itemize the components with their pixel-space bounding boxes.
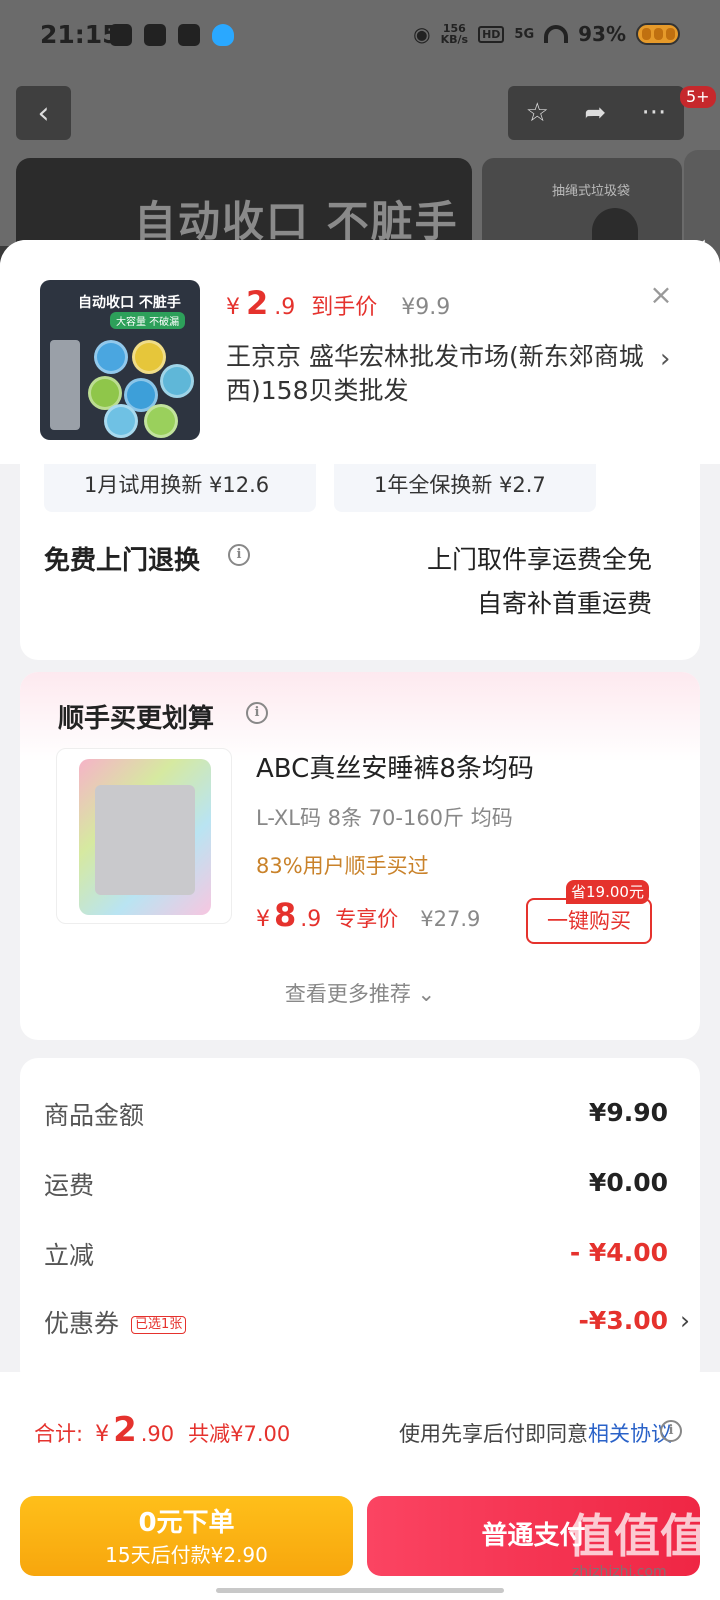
agreement-prefix: 使用先享后付即同意 [399,1422,588,1446]
recommend-title: 顺手买更划算 [58,704,215,734]
package-window [95,785,195,895]
roll-image [104,404,138,438]
total-currency: ¥ [95,1422,110,1447]
free-return-title: 免费上门退换 [44,546,201,576]
info-icon[interactable]: i [246,702,268,724]
save-badge: 省19.00元 [566,880,649,904]
summary-label: 商品金额 [44,1101,145,1130]
share-icon[interactable]: ➦ [584,98,606,128]
favorite-icon[interactable]: ☆ [526,98,549,128]
hd-indicator: HD [478,25,505,43]
thumb-subtitle: 大容量 不破漏 [110,312,186,329]
checkout-bar: 合计: ¥ 2 .90 共减¥7.00 使用先享后付即同意相关协议 i 0元下单… [0,1372,720,1600]
total-saved: 共减¥7.00 [188,1422,291,1446]
net-speed-unit: KB/s [440,33,469,46]
notification-icons [110,24,234,46]
recommend-name[interactable]: ABC真丝安睡裤8条均码 [256,748,534,785]
price-summary-card: 商品金额 ¥9.90 运费 ¥0.00 立减 - ¥4.00 优惠券 已选1张 -… [20,1058,700,1388]
summary-row-discount: 立减 - ¥4.00 [44,1236,668,1276]
home-indicator[interactable] [216,1588,504,1593]
summary-label: 立减 [44,1241,95,1270]
coupon-label: 优惠券 [44,1309,120,1338]
recommend-price: ¥ 8 .9 专享价 ¥27.9 [256,896,480,934]
chat-icon [178,24,200,46]
camera-icon: ◉ [413,22,431,46]
qq-icon [212,24,234,46]
summary-value: ¥9.90 [588,1098,668,1127]
pay-later-button[interactable]: 0元下单 15天后付款¥2.90 [20,1496,353,1576]
status-right: ◉ 156 KB/s HD 5G 93% [413,22,680,46]
summary-row-shipping: 运费 ¥0.00 [44,1166,668,1206]
side-banner-text: 抽绳式垃圾袋 [552,184,631,199]
roll-image [94,340,128,374]
message-badge: 5+ [680,86,716,108]
rec-price-tag: 专享价 [335,907,399,931]
recommend-stat: 83%用户顺手买过 [256,854,429,878]
pay-later-title: 0元下单 [138,1508,235,1538]
return-line-1: 上门取件享运费全免 [426,545,652,574]
summary-row-coupon[interactable]: 优惠券 已选1张 -¥3.00 › [44,1304,690,1344]
status-time: 21:15 [40,20,120,49]
price-currency: ¥ [226,295,240,320]
chevron-right-icon[interactable]: › [680,1306,690,1335]
watermark-logo: 值值值 [568,1509,706,1563]
agreement-text: 使用先享后付即同意相关协议 [399,1418,672,1448]
info-icon[interactable]: i [660,1420,682,1442]
recommend-spec: L-XL码 8条 70-160斤 均码 [256,806,513,830]
one-click-buy-button[interactable]: 一键购买 [526,898,652,944]
thumb-title: 自动收口 不脏手 [78,295,181,311]
order-total: 合计: ¥ 2 .90 共减¥7.00 [34,1410,290,1450]
full-guarantee-option[interactable]: 1年全保换新 ¥2.7 [334,464,596,512]
total-decimal: .90 [140,1422,175,1446]
original-price: ¥9.9 [401,295,451,320]
summary-value: -¥3.00 [578,1306,668,1335]
return-line-2: 自寄补首重运费 [476,589,652,618]
close-icon[interactable]: × [646,280,676,310]
info-icon[interactable]: i [228,544,250,566]
battery-icon [636,23,680,45]
summary-label: 优惠券 已选1张 [44,1304,187,1340]
rec-price-currency: ¥ [256,907,270,932]
rec-price-integer: 8 [274,896,297,934]
price-tag: 到手价 [311,295,378,320]
watermark-url: zhizhizhi.com [572,1564,667,1580]
service-card: 1月试用换新 ¥12.6 1年全保换新 ¥2.7 免费上门退换 i 上门取件享运… [20,464,700,660]
price-decimal: .9 [274,295,296,320]
pay-later-subtitle: 15天后付款¥2.90 [105,1543,268,1567]
net-speed: 156 KB/s [441,23,468,45]
roll-image [160,364,194,398]
sheet-header: 自动收口 不脏手 大容量 不破漏 ¥ 2 .9 到手价 ¥9.9 × 王京京 盛… [0,240,720,464]
more-icon[interactable]: ··· [642,98,667,128]
roll-image [132,340,166,374]
battery-percent: 93% [578,22,626,46]
total-integer: 2 [113,1410,137,1450]
more-recommend-link[interactable]: 查看更多推荐 ⌄ [20,978,700,1008]
product-thumbnail: 自动收口 不脏手 大容量 不破漏 [40,280,200,440]
shop-name[interactable]: 王京京 盛华宏林批发市场(新东郊商城西)158贝类批发 [226,340,646,408]
back-button[interactable]: ‹ [16,86,71,140]
wifi-icon [544,25,569,43]
summary-value: ¥0.00 [588,1168,668,1197]
status-bar: 21:15 ◉ 156 KB/s HD 5G 93% [0,0,720,76]
signal-indicator: 5G [514,26,535,42]
sim-icon [144,24,166,46]
trash-can-image [50,340,80,430]
recommend-card: 顺手买更划算 i ABC真丝安睡裤8条均码 L-XL码 8条 70-160斤 均… [20,672,700,1040]
agreement-link[interactable]: 相关协议 [588,1422,672,1446]
total-label: 合计: [34,1422,84,1446]
summary-label: 运费 [44,1171,95,1200]
recommend-product-image[interactable] [56,748,232,924]
rec-original-price: ¥27.9 [420,907,481,931]
summary-value: - ¥4.00 [569,1238,668,1267]
header-actions: ☆ ➦ ··· [508,86,684,140]
coupon-selected-badge: 已选1张 [131,1316,187,1334]
product-price: ¥ 2 .9 到手价 ¥9.9 [226,284,450,322]
rec-price-decimal: .9 [300,907,322,932]
summary-row-goods: 商品金额 ¥9.90 [44,1096,668,1136]
chevron-right-icon[interactable]: › [660,344,670,374]
wechat-icon [110,24,132,46]
price-integer: 2 [246,284,269,322]
trial-replace-option[interactable]: 1月试用换新 ¥12.6 [44,464,316,512]
roll-image [144,404,178,438]
